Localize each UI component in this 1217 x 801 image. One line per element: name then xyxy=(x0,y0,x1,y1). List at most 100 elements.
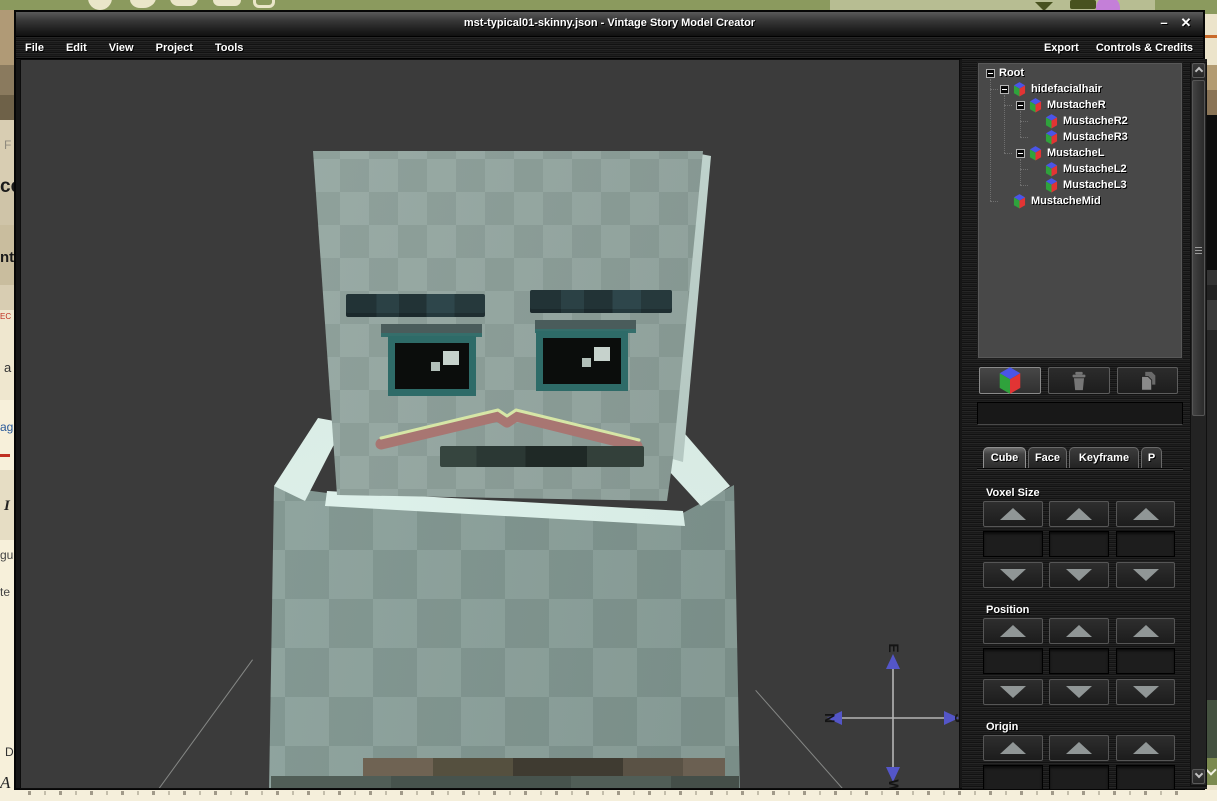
cutoff-text-row xyxy=(28,791,1188,795)
page-text-fragment: I xyxy=(4,498,10,515)
cube-icon xyxy=(1045,178,1058,193)
copy-icon xyxy=(1137,370,1159,392)
discord-icon[interactable] xyxy=(170,0,198,6)
arrow-down-icon xyxy=(1133,569,1159,581)
tree-item[interactable]: MustacheL2 xyxy=(978,161,1182,177)
model-belt-shadow xyxy=(271,776,739,789)
minimize-button[interactable]: – xyxy=(1155,15,1173,30)
step-up-button[interactable] xyxy=(1049,618,1109,644)
add-cube-button[interactable] xyxy=(979,367,1041,394)
scroll-up-button[interactable] xyxy=(1192,63,1205,78)
tab-cube[interactable]: Cube xyxy=(983,447,1026,468)
minus-expander-icon[interactable] xyxy=(1016,101,1025,110)
tab-keyframe[interactable]: Keyframe xyxy=(1069,447,1139,468)
menu-edit[interactable]: Edit xyxy=(66,42,87,54)
menu-tools[interactable]: Tools xyxy=(215,42,244,54)
tree-item[interactable]: MustacheR2 xyxy=(978,113,1182,129)
value-field[interactable] xyxy=(1049,648,1109,674)
tree-item[interactable]: hidefacialhair xyxy=(978,81,1182,97)
menu-export[interactable]: Export xyxy=(1044,42,1079,54)
instagram-icon[interactable] xyxy=(253,0,275,8)
value-field[interactable] xyxy=(983,765,1043,789)
menu-project[interactable]: Project xyxy=(156,42,193,54)
page-link-fragment[interactable]: ag xyxy=(0,420,13,434)
avatar[interactable] xyxy=(1096,0,1120,10)
compass-label-south: S xyxy=(952,713,960,722)
menu-view[interactable]: View xyxy=(109,42,134,54)
step-down-button[interactable] xyxy=(983,679,1043,705)
arrow-up-icon xyxy=(1000,625,1026,637)
step-up-button[interactable] xyxy=(1116,501,1175,527)
step-up-button[interactable] xyxy=(983,618,1043,644)
close-button[interactable]: ✕ xyxy=(1177,15,1195,31)
arrow-up-icon xyxy=(1066,508,1092,520)
step-down-button[interactable] xyxy=(1116,679,1175,705)
arrow-down-icon xyxy=(1133,686,1159,698)
step-down-button[interactable] xyxy=(1116,562,1175,588)
tab-face[interactable]: Face xyxy=(1028,447,1067,468)
value-field[interactable] xyxy=(1116,765,1175,789)
delete-button[interactable] xyxy=(1048,367,1110,394)
value-field[interactable] xyxy=(1116,648,1175,674)
tree-item[interactable]: MustacheL3 xyxy=(978,177,1182,193)
trash-icon xyxy=(1068,370,1090,392)
compass-arrow-icon xyxy=(886,654,900,669)
value-field[interactable] xyxy=(983,648,1043,674)
titlebar[interactable]: mst-typical01-skinny.json - Vintage Stor… xyxy=(16,12,1203,37)
element-tree[interactable]: Root hidefacialhair MustacheR MustacheR2… xyxy=(977,62,1183,359)
tree-item[interactable]: MustacheR xyxy=(978,97,1182,113)
tree-item[interactable]: MustacheMid xyxy=(978,193,1182,209)
twitter-icon[interactable] xyxy=(130,0,156,8)
page-text-fragment: F xyxy=(4,138,11,152)
scrollbar-thumb[interactable] xyxy=(1192,80,1205,416)
smiley-icon[interactable] xyxy=(88,0,112,10)
model-viewport[interactable]: E S W N xyxy=(20,59,960,789)
app-window: mst-typical01-skinny.json - Vintage Stor… xyxy=(14,10,1205,790)
step-down-button[interactable] xyxy=(983,562,1043,588)
model-eyebrow-left xyxy=(346,294,485,317)
compass-label-west: W xyxy=(886,779,902,789)
step-up-button[interactable] xyxy=(1116,735,1175,761)
value-field[interactable] xyxy=(1116,531,1175,557)
step-down-button[interactable] xyxy=(1049,679,1109,705)
cube-icon xyxy=(1045,162,1058,177)
value-field[interactable] xyxy=(1049,531,1109,557)
value-field[interactable] xyxy=(1049,765,1109,789)
scroll-down-button[interactable] xyxy=(1192,769,1205,784)
cube-icon xyxy=(1013,194,1026,209)
minus-expander-icon[interactable] xyxy=(986,69,995,78)
model-eye-right xyxy=(536,331,628,391)
step-up-button[interactable] xyxy=(983,501,1043,527)
duplicate-button[interactable] xyxy=(1117,367,1178,394)
youtube-icon[interactable] xyxy=(213,0,241,6)
step-up-button[interactable] xyxy=(1116,618,1175,644)
minus-expander-icon[interactable] xyxy=(1016,149,1025,158)
scroll-up-icon xyxy=(1195,67,1203,75)
download-icon[interactable] xyxy=(1035,2,1053,10)
tree-item[interactable]: MustacheR3 xyxy=(978,129,1182,145)
window-title: mst-typical01-skinny.json - Vintage Stor… xyxy=(16,17,1203,29)
tab-p[interactable]: P xyxy=(1141,447,1162,468)
menu-file[interactable]: File xyxy=(25,42,44,54)
arrow-up-icon xyxy=(1000,508,1026,520)
section-label: Position xyxy=(986,604,1029,616)
menu-controls-credits[interactable]: Controls & Credits xyxy=(1096,42,1193,54)
tree-item[interactable]: MustacheL xyxy=(978,145,1182,161)
step-up-button[interactable] xyxy=(983,735,1043,761)
cube-icon xyxy=(1029,98,1042,113)
tree-item-root[interactable]: Root xyxy=(978,65,1182,81)
arrow-up-icon xyxy=(1066,625,1092,637)
step-up-button[interactable] xyxy=(1049,501,1109,527)
element-name-input[interactable] xyxy=(977,402,1183,425)
compass: E S W N xyxy=(811,640,960,789)
section-position: Position xyxy=(977,604,1193,714)
step-down-button[interactable] xyxy=(1049,562,1109,588)
value-field[interactable] xyxy=(983,531,1043,557)
panel-scrollbar[interactable] xyxy=(1190,62,1207,786)
minus-expander-icon[interactable] xyxy=(1000,85,1009,94)
ground-grid-line xyxy=(150,659,253,789)
arrow-down-icon xyxy=(1000,686,1026,698)
step-up-button[interactable] xyxy=(1049,735,1109,761)
toolbar-button[interactable] xyxy=(1070,0,1096,9)
compass-label-east: E xyxy=(886,643,902,652)
